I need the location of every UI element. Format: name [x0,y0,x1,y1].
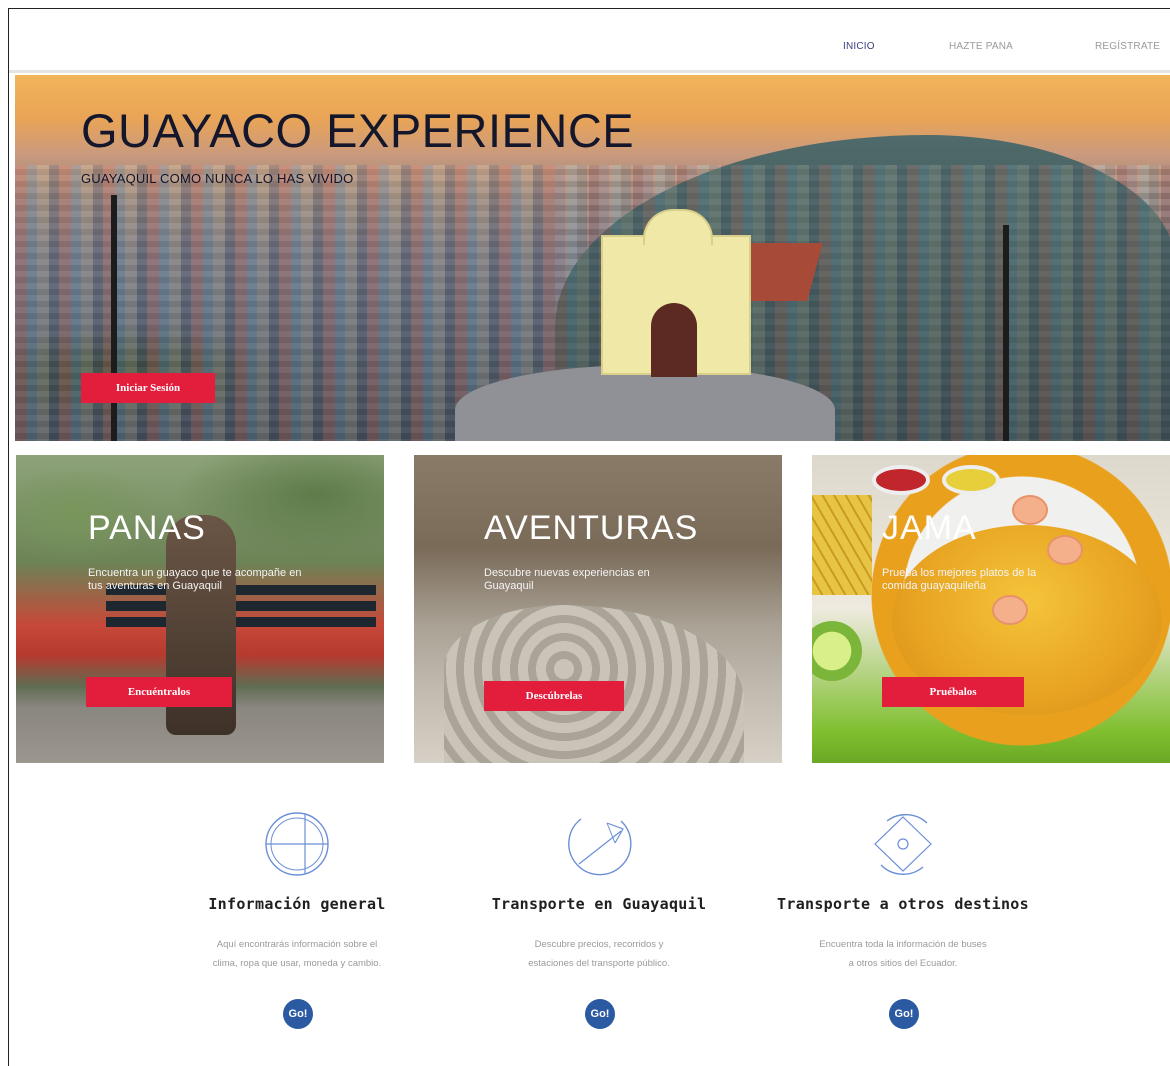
plantain-image [812,495,872,595]
card-text: Prueba los mejores platos de la comida g… [882,567,1037,592]
top-nav: INICIO HAZTE PANA REGÍSTRATE [9,9,1170,73]
card-jama[interactable]: JAMA Prueba los mejores platos de la com… [812,455,1170,763]
sauce-yellow [942,465,1000,495]
compass-arrow-icon [568,818,632,876]
globe-grid-icon [265,812,329,876]
browser-page: INICIO HAZTE PANA REGÍSTRATE GUAYACO EXP… [8,8,1170,1066]
nav-item-inicio[interactable]: INICIO [843,41,875,52]
card-title: JAMA [882,509,977,547]
shrimp-image [1012,495,1048,525]
lamp-post-right [1003,225,1009,441]
feature-title: Transporte a otros destinos [777,895,1029,913]
lamp-post-left [111,195,117,441]
feature-title: Transporte en Guayaquil [491,895,707,913]
card-title: AVENTURAS [484,509,699,547]
diamond-target-icon [874,813,932,875]
feature-informacion-general: Información general Aquí encontrarás inf… [147,809,447,1029]
card-panas[interactable]: PANAS Encuentra un guayaco que te acompa… [16,455,384,763]
nav-item-hazte-pana[interactable]: HAZTE PANA [949,41,1013,52]
card-text: Encuentra un guayaco que te acompañe en … [88,567,302,592]
lime-image [812,621,862,681]
church-door [651,303,697,377]
hero-subtitle: GUAYAQUIL COMO NUNCA LO HAS VIVIDO [81,171,354,186]
card-aventuras[interactable]: AVENTURAS Descubre nuevas experiencias e… [414,455,782,763]
feature-text: Descubre precios, recorridos y estacione… [528,939,670,969]
go-button[interactable]: Go! [585,999,615,1029]
feature-transporte-otros-destinos: Transporte a otros destinos Encuentra to… [753,809,1053,1029]
login-button[interactable]: Iniciar Sesión [81,373,215,403]
go-button[interactable]: Go! [889,999,919,1029]
feature-text: Encuentra toda la información de buses a… [819,939,987,969]
encuentralos-button[interactable]: Encuéntralos [86,677,232,707]
go-button[interactable]: Go! [283,999,313,1029]
descubrelas-button[interactable]: Descúbrelas [484,681,624,711]
hero-title: GUAYACO EXPERIENCE [81,104,635,157]
hero-banner: GUAYACO EXPERIENCE GUAYAQUIL COMO NUNCA … [15,75,1170,441]
pruebalos-button[interactable]: Pruébalos [882,677,1024,707]
sauce-red [872,465,930,495]
feature-transporte-guayaquil: Transporte en Guayaquil Descubre precios… [449,809,749,1029]
feature-text: Aquí encontrarás información sobre el cl… [212,939,382,969]
shrimp-image [992,595,1028,625]
card-title: PANAS [88,509,206,547]
nav-item-registrate[interactable]: REGÍSTRATE [1095,41,1160,52]
card-text: Descubre nuevas experiencias en Guayaqui… [484,567,650,592]
church-image [601,209,751,377]
feature-title: Información general [208,895,386,913]
shrimp-image [1047,535,1083,565]
